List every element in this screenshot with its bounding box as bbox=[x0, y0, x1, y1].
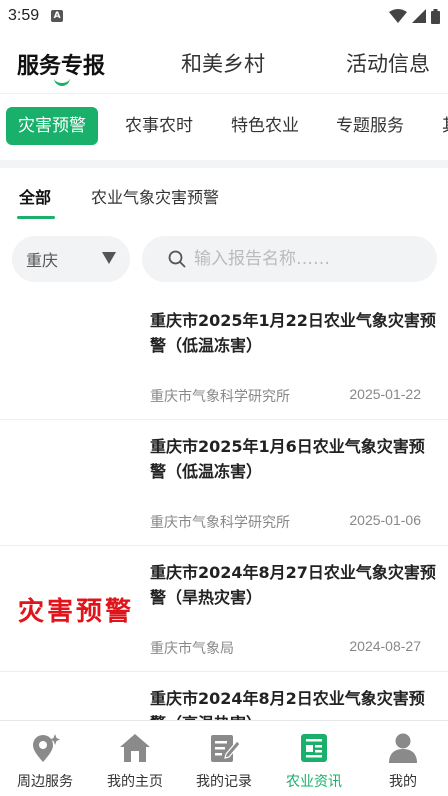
app-notification-icon: A bbox=[51, 10, 64, 22]
news-icon bbox=[301, 734, 327, 762]
report-title: 重庆市2024年8月27日农业气象灾害预警（旱热灾害） bbox=[150, 563, 436, 607]
nav-nearby-services[interactable]: 周边服务 bbox=[0, 731, 90, 791]
report-source: 重庆市气象局 bbox=[150, 641, 234, 657]
report-source: 重庆市气象科学研究所 bbox=[150, 389, 290, 405]
chip-special-service[interactable]: 专题服务 bbox=[324, 107, 416, 145]
person-icon bbox=[389, 733, 417, 763]
caret-down-icon bbox=[102, 252, 116, 264]
region-select-value: 重庆 bbox=[26, 251, 59, 270]
status-bar: 3:59 A bbox=[0, 0, 448, 32]
report-date: 2025-01-22 bbox=[349, 386, 421, 402]
category-chip-bar: 灾害预警 农事农时 特色农业 专题服务 其 bbox=[0, 104, 448, 150]
report-list-item[interactable]: 灾害预警 重庆市2024年8月27日农业气象灾害预警（旱热灾害） 重庆市气象局 … bbox=[0, 546, 448, 672]
tab-activity-info[interactable]: 活动信息 bbox=[346, 48, 430, 78]
section-divider bbox=[0, 160, 448, 168]
bottom-nav: 周边服务 我的主页 我的记录 农业资讯 我的 bbox=[0, 720, 448, 796]
search-box[interactable] bbox=[142, 236, 437, 282]
report-title: 重庆市2024年8月2日农业气象灾害预警（高温热害） bbox=[150, 689, 425, 720]
app-screen: 3:59 A 服务专报 和美乡村 活动信息 灾害预警 农事农时 特色农业 专题服… bbox=[0, 0, 448, 796]
report-list: 重庆市2025年1月22日农业气象灾害预警（低温冻害） 重庆市气象科学研究所 2… bbox=[0, 294, 448, 720]
subtab-agri-weather-warning[interactable]: 农业气象灾害预警 bbox=[91, 184, 219, 208]
report-date: 2025-01-06 bbox=[349, 512, 421, 528]
nav-my-records[interactable]: 我的记录 bbox=[179, 731, 269, 791]
signal-icon bbox=[412, 9, 426, 23]
search-icon bbox=[168, 250, 186, 268]
chip-farming-season[interactable]: 农事农时 bbox=[113, 107, 205, 145]
nav-my-homepage[interactable]: 我的主页 bbox=[90, 731, 180, 791]
tab-service-report[interactable]: 服务专报 bbox=[17, 48, 105, 80]
tab-beautiful-village[interactable]: 和美乡村 bbox=[181, 48, 265, 78]
report-title: 重庆市2025年1月22日农业气象灾害预警（低温冻害） bbox=[150, 311, 436, 355]
search-input[interactable] bbox=[194, 249, 424, 269]
chip-other[interactable]: 其 bbox=[430, 107, 448, 145]
nav-label: 周边服务 bbox=[17, 774, 73, 790]
report-list-item[interactable]: 重庆市2025年1月6日农业气象灾害预警（低温冻害） 重庆市气象科学研究所 20… bbox=[0, 420, 448, 546]
wifi-icon bbox=[389, 9, 407, 23]
disaster-warning-thumbnail-text: 灾害预警 bbox=[17, 596, 134, 627]
top-tab-bar: 服务专报 和美乡村 活动信息 bbox=[0, 32, 448, 94]
report-source: 重庆市气象科学研究所 bbox=[150, 515, 290, 531]
location-sparkle-icon bbox=[33, 734, 60, 762]
report-thumbnail bbox=[12, 692, 140, 720]
chip-specialty-agriculture[interactable]: 特色农业 bbox=[219, 107, 311, 145]
home-icon bbox=[120, 734, 150, 762]
nav-label: 我的 bbox=[389, 774, 417, 790]
status-icons bbox=[389, 8, 440, 24]
subtab-indicator bbox=[17, 216, 55, 219]
status-time: 3:59 bbox=[8, 7, 40, 24]
battery-icon bbox=[431, 8, 440, 24]
report-thumbnail bbox=[12, 440, 140, 526]
report-list-item[interactable]: 重庆市2025年1月22日农业气象灾害预警（低温冻害） 重庆市气象科学研究所 2… bbox=[0, 294, 448, 420]
document-pen-icon bbox=[211, 735, 241, 762]
nav-label: 我的主页 bbox=[107, 774, 163, 790]
region-select[interactable]: 重庆 bbox=[12, 236, 130, 282]
chip-disaster-warning[interactable]: 灾害预警 bbox=[6, 107, 98, 145]
nav-label: 我的记录 bbox=[196, 774, 252, 790]
report-thumbnail: 灾害预警 bbox=[12, 566, 140, 652]
report-list-item[interactable]: 重庆市2024年8月2日农业气象灾害预警（高温热害） bbox=[0, 672, 448, 720]
report-thumbnail bbox=[12, 314, 140, 400]
nav-profile[interactable]: 我的 bbox=[358, 731, 448, 791]
report-date: 2024-08-27 bbox=[349, 638, 421, 654]
report-title: 重庆市2025年1月6日农业气象灾害预警（低温冻害） bbox=[150, 437, 425, 481]
subtab-all[interactable]: 全部 bbox=[19, 184, 51, 208]
nav-label: 农业资讯 bbox=[286, 774, 342, 790]
nav-agri-news[interactable]: 农业资讯 bbox=[269, 731, 359, 791]
